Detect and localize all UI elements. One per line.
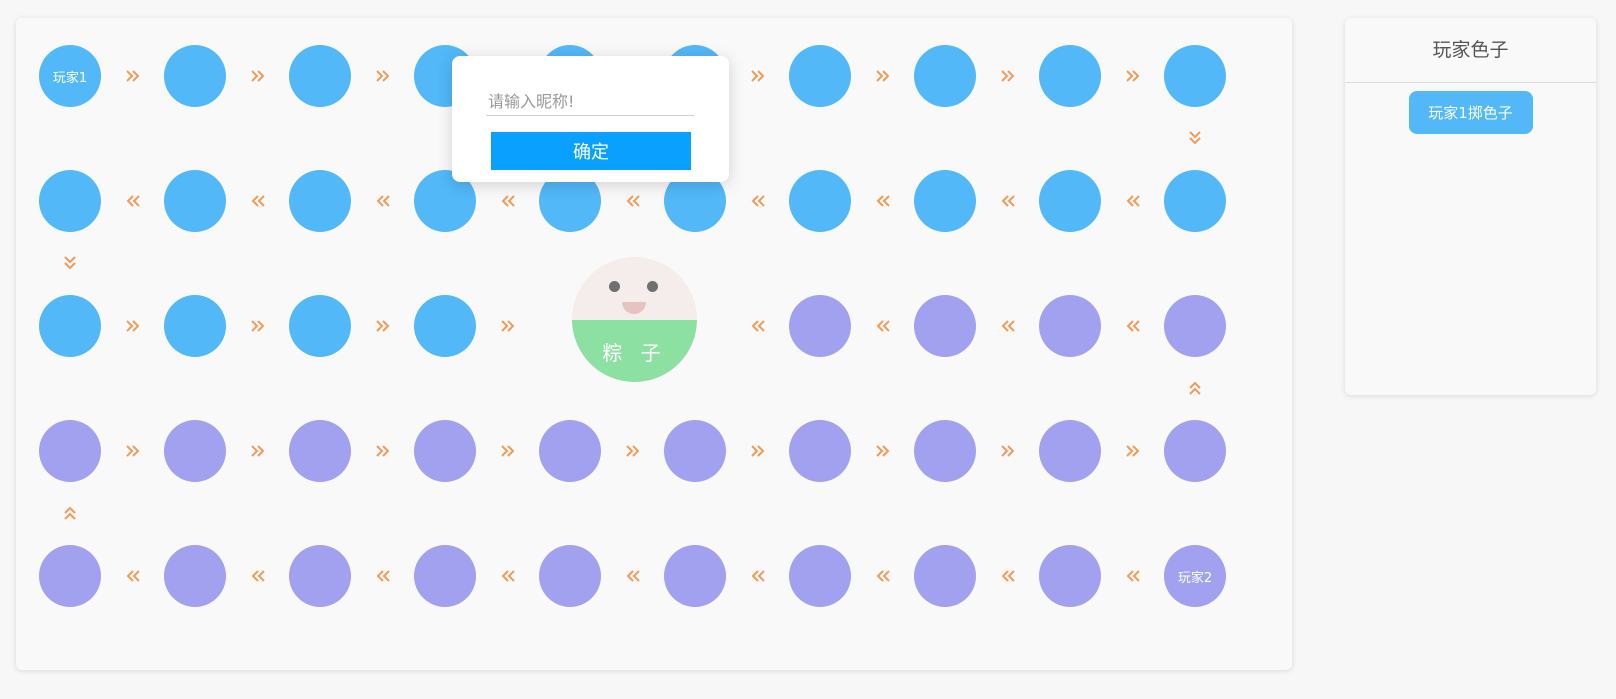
arrow-left-icon [247,190,269,212]
arrow-right-icon [247,65,269,87]
roll-dice-button[interactable]: 玩家1掷色子 [1408,91,1533,134]
board-cell [164,420,226,482]
arrow-left-icon [1122,565,1144,587]
arrow-left-icon [747,190,769,212]
mascot-label: 粽 子 [602,341,667,365]
arrow-left-icon [997,315,1019,337]
arrow-left-icon [997,190,1019,212]
end-cell-player2: 玩家2 [1164,545,1226,607]
arrow-left-icon [747,565,769,587]
board-cell [39,170,101,232]
board-cell [39,545,101,607]
arrow-right-icon [747,65,769,87]
board-cell [414,545,476,607]
arrow-right-icon [122,440,144,462]
arrow-left-icon [497,565,519,587]
mascot-right-eye [647,281,658,292]
board-cell [664,420,726,482]
board-cell [539,420,601,482]
board-cell [39,420,101,482]
arrow-right-icon [622,440,644,462]
center-mascot: 粽 子 [572,257,697,382]
arrow-left-icon [997,565,1019,587]
board-cell [1164,170,1226,232]
arrow-right-icon [747,440,769,462]
arrow-left-icon [372,565,394,587]
arrow-down-icon [1184,127,1206,149]
board-cell [289,45,351,107]
nickname-input[interactable] [486,88,694,116]
board-cell [789,295,851,357]
board-cell [914,170,976,232]
board-cell [164,295,226,357]
arrow-left-icon [872,315,894,337]
arrow-left-icon [122,565,144,587]
arrow-left-icon [122,190,144,212]
board-cell [1039,170,1101,232]
board-cell [539,545,601,607]
arrow-right-icon [497,315,519,337]
arrow-right-icon [247,440,269,462]
board-cell [289,295,351,357]
arrow-left-icon [372,190,394,212]
board-cell [1039,420,1101,482]
arrow-left-icon [622,190,644,212]
arrow-left-icon [497,190,519,212]
board-cell [39,295,101,357]
arrow-right-icon [997,440,1019,462]
confirm-button[interactable]: 确定 [491,132,691,170]
board-cell [1164,295,1226,357]
board-cell [414,420,476,482]
board-cell [164,45,226,107]
arrow-left-icon [247,565,269,587]
board-cell [289,545,351,607]
board-cell [664,545,726,607]
arrow-right-icon [1122,65,1144,87]
board-cell [789,170,851,232]
board-cell [1039,295,1101,357]
arrow-right-icon [1122,440,1144,462]
board-cell [789,420,851,482]
arrow-right-icon [872,65,894,87]
arrow-right-icon [372,440,394,462]
board-cell [1039,545,1101,607]
board-cell [1164,45,1226,107]
board-cell [289,420,351,482]
arrow-right-icon [872,440,894,462]
arrow-left-icon [747,315,769,337]
start-cell-player1: 玩家1 [39,45,101,107]
arrow-right-icon [122,315,144,337]
mascot-left-eye [609,281,620,292]
board-cell [164,170,226,232]
board-cell [414,295,476,357]
board-cell [914,45,976,107]
arrow-right-icon [372,315,394,337]
arrow-left-icon [872,190,894,212]
board-cell [1039,45,1101,107]
arrow-down-icon [59,252,81,274]
board-cell [164,545,226,607]
board-cell [789,545,851,607]
board-cell [289,170,351,232]
arrow-left-icon [622,565,644,587]
arrow-right-icon [122,65,144,87]
board-cell [914,420,976,482]
arrow-left-icon [1122,190,1144,212]
board-cell [1164,420,1226,482]
arrow-left-icon [872,565,894,587]
arrow-right-icon [372,65,394,87]
dice-panel: 玩家色子 玩家1掷色子 [1345,18,1596,395]
board-cell [914,295,976,357]
arrow-up-icon [1184,377,1206,399]
dice-panel-title: 玩家色子 [1345,18,1596,83]
nickname-dialog: 确定 [452,56,729,182]
arrow-up-icon [59,502,81,524]
arrow-right-icon [997,65,1019,87]
board-cell [914,545,976,607]
board-cell [789,45,851,107]
arrow-left-icon [1122,315,1144,337]
arrow-right-icon [247,315,269,337]
arrow-right-icon [497,440,519,462]
